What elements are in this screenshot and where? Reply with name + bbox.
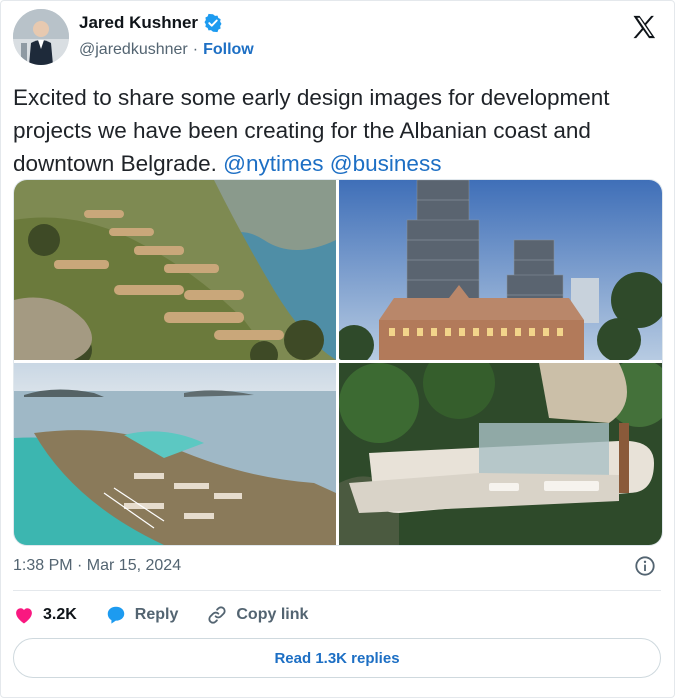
author-handle[interactable]: @jaredkushner bbox=[79, 41, 188, 59]
verified-badge-icon bbox=[204, 13, 222, 33]
info-icon[interactable] bbox=[634, 555, 656, 577]
author-handle-row: @jaredkushner · Follow bbox=[79, 41, 254, 59]
x-logo-icon[interactable] bbox=[630, 13, 658, 41]
action-bar: 3.2K Reply Copy link bbox=[13, 601, 336, 629]
reply-label: Reply bbox=[134, 606, 179, 623]
handle-separator: · bbox=[192, 41, 199, 58]
avatar-photo bbox=[13, 9, 69, 65]
reply-bubble-icon bbox=[107, 606, 125, 624]
follow-button[interactable]: Follow bbox=[203, 41, 254, 59]
tweet-card: Jared Kushner @jaredkushner · Follow Exc… bbox=[0, 0, 675, 698]
media-image-aerial-coast[interactable] bbox=[14, 363, 336, 545]
author-name[interactable]: Jared Kushner bbox=[79, 13, 198, 33]
avatar[interactable] bbox=[13, 9, 69, 65]
tweet-text: Excited to share some early design image… bbox=[13, 81, 653, 180]
like-button[interactable]: 3.2K bbox=[13, 604, 77, 626]
tweet-timestamp[interactable]: 1:38 PM · Mar 15, 2024 bbox=[13, 557, 181, 575]
media-grid bbox=[13, 179, 663, 546]
author-name-row: Jared Kushner bbox=[79, 13, 223, 33]
like-count: 3.2K bbox=[43, 606, 77, 623]
mention-business[interactable]: @business bbox=[330, 151, 442, 176]
media-image-terraced-resort[interactable] bbox=[14, 180, 336, 360]
media-image-cliffside-villa[interactable] bbox=[339, 363, 662, 545]
copy-link-label: Copy link bbox=[236, 606, 309, 623]
media-image-belgrade-towers[interactable] bbox=[339, 180, 662, 360]
link-icon bbox=[208, 606, 226, 624]
heart-icon bbox=[16, 608, 32, 624]
reply-button[interactable]: Reply bbox=[105, 604, 179, 626]
copy-link-button[interactable]: Copy link bbox=[206, 604, 308, 626]
read-replies-button[interactable]: Read 1.3K replies bbox=[13, 638, 661, 678]
mention-nytimes[interactable]: @nytimes bbox=[223, 151, 323, 176]
divider bbox=[13, 590, 661, 591]
